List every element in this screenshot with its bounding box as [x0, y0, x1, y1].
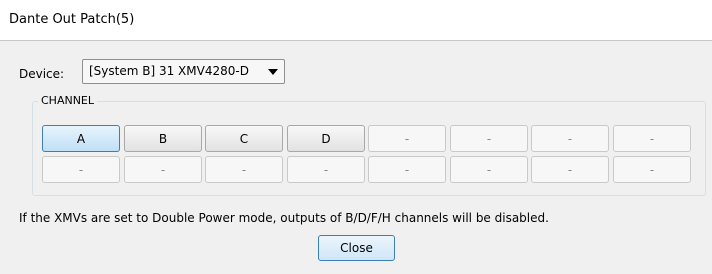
channel-button-c[interactable]: C [205, 125, 283, 152]
channel-button-b[interactable]: B [124, 125, 202, 152]
channel-button-r1c3[interactable]: - [287, 156, 365, 183]
device-dropdown[interactable]: [System B] 31 XMV4280-D [82, 59, 285, 84]
title-bar: Dante Out Patch(5) [0, 0, 712, 41]
channel-button-r0c5[interactable]: - [450, 125, 528, 152]
channel-button-r1c4[interactable]: - [368, 156, 446, 183]
channel-button-r0c6[interactable]: - [531, 125, 609, 152]
double-power-note: If the XMVs are set to Double Power mode… [19, 211, 549, 225]
channel-button-r0c4[interactable]: - [368, 125, 446, 152]
channel-button-r1c1[interactable]: - [124, 156, 202, 183]
close-button[interactable]: Close [318, 235, 395, 261]
channel-button-a[interactable]: A [42, 125, 120, 152]
window-title: Dante Out Patch(5) [9, 12, 135, 27]
channel-button-d[interactable]: D [287, 125, 365, 152]
dropdown-arrow-icon [268, 69, 278, 75]
channel-group-label: CHANNEL [38, 94, 98, 107]
device-label: Device: [19, 67, 65, 81]
dante-out-patch-dialog: Dante Out Patch(5) Device: [System B] 31… [0, 0, 712, 274]
channel-button-r1c2[interactable]: - [205, 156, 283, 183]
channel-button-r1c0[interactable]: - [42, 156, 120, 183]
device-dropdown-value: [System B] 31 XMV4280-D [89, 64, 249, 78]
channel-button-r0c7[interactable]: - [613, 125, 691, 152]
channel-button-r1c6[interactable]: - [531, 156, 609, 183]
channel-button-r1c7[interactable]: - [613, 156, 691, 183]
channel-button-r1c5[interactable]: - [450, 156, 528, 183]
